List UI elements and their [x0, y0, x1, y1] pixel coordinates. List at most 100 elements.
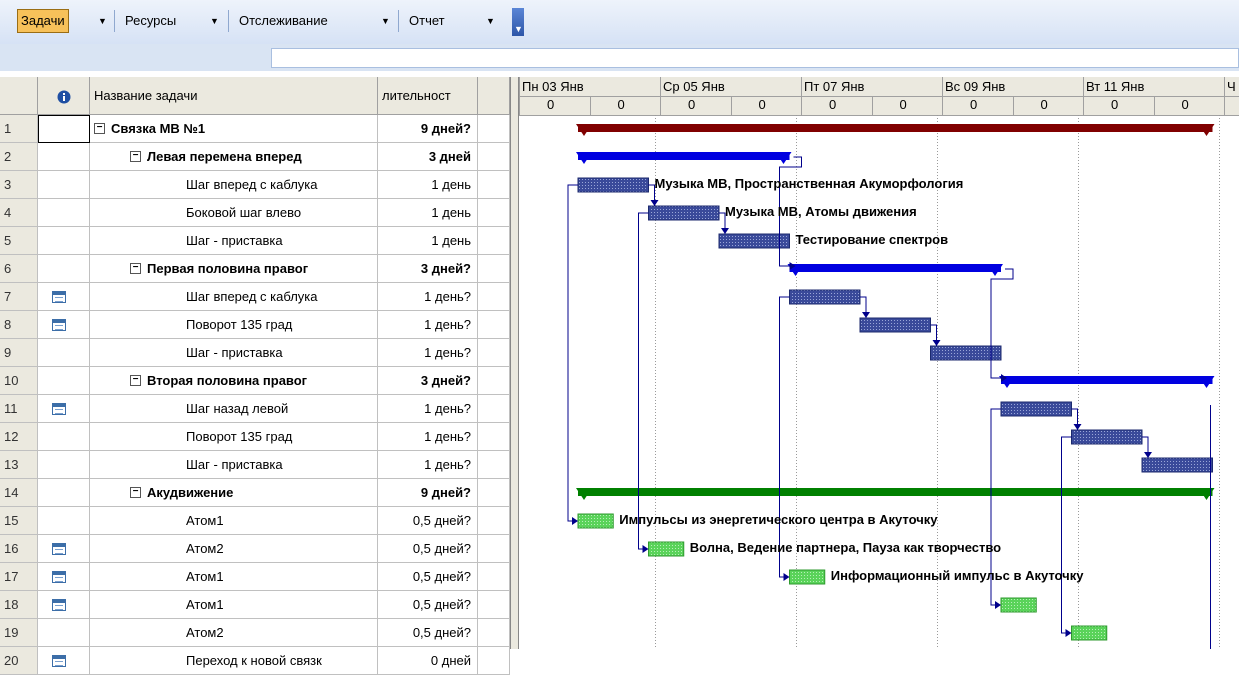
task-name-cell[interactable]: Боковой шаг влево [90, 199, 378, 227]
duration-cell[interactable]: 3 дней? [378, 367, 478, 395]
table-row[interactable]: 1− Связка МВ №1 9 дней? [0, 115, 510, 143]
extra-cell[interactable] [478, 647, 510, 675]
duration-cell[interactable]: 3 дней [378, 143, 478, 171]
duration-cell[interactable]: 0,5 дней? [378, 535, 478, 563]
extra-cell[interactable] [478, 283, 510, 311]
duration-cell[interactable]: 1 день [378, 199, 478, 227]
task-name-cell[interactable]: Шаг назад левой [90, 395, 378, 423]
tracking-dropdown-icon[interactable]: ▼ [381, 10, 390, 32]
table-row[interactable]: 17 Атом1 0,5 дней? [0, 563, 510, 591]
resources-dropdown-icon[interactable]: ▼ [210, 10, 219, 32]
row-id[interactable]: 8 [0, 311, 38, 339]
report-button[interactable]: Отчет [406, 10, 448, 32]
tasks-button[interactable]: Задачи [17, 9, 69, 33]
collapse-toggle-icon[interactable]: − [130, 487, 141, 499]
duration-cell[interactable]: 1 день [378, 171, 478, 199]
table-row[interactable]: 8 Поворот 135 град 1 день? [0, 311, 510, 339]
table-row[interactable]: 3 Шаг вперед с каблука 1 день [0, 171, 510, 199]
row-id[interactable]: 13 [0, 451, 38, 479]
row-id[interactable]: 20 [0, 647, 38, 675]
collapse-toggle-icon[interactable]: − [130, 151, 141, 163]
extra-cell[interactable] [478, 423, 510, 451]
task-name-cell[interactable]: − Связка МВ №1 [90, 115, 378, 143]
duration-cell[interactable]: 1 день? [378, 423, 478, 451]
table-row[interactable]: 19 Атом2 0,5 дней? [0, 619, 510, 647]
duration-cell[interactable]: 3 дней? [378, 255, 478, 283]
task-name-cell[interactable]: Шаг вперед с каблука [90, 171, 378, 199]
entry-input[interactable] [271, 48, 1239, 68]
extra-cell[interactable] [478, 115, 510, 143]
extra-cell[interactable] [478, 563, 510, 591]
report-dropdown-icon[interactable]: ▼ [486, 10, 495, 32]
duration-cell[interactable]: 9 дней? [378, 115, 478, 143]
duration-cell[interactable]: 9 дней? [378, 479, 478, 507]
table-row[interactable]: 18 Атом1 0,5 дней? [0, 591, 510, 619]
table-row[interactable]: 6− Первая половина правог 3 дней? [0, 255, 510, 283]
extra-cell[interactable] [478, 451, 510, 479]
task-name-cell[interactable]: Атом2 [90, 535, 378, 563]
duration-column-header[interactable]: лительност [378, 77, 478, 115]
collapse-toggle-icon[interactable]: − [94, 123, 105, 135]
row-id[interactable]: 10 [0, 367, 38, 395]
row-id[interactable]: 19 [0, 619, 38, 647]
task-name-cell[interactable]: − Вторая половина правог [90, 367, 378, 395]
table-row[interactable]: 11 Шаг назад левой 1 день? [0, 395, 510, 423]
row-id[interactable]: 16 [0, 535, 38, 563]
task-name-cell[interactable]: − Акудвижение [90, 479, 378, 507]
extra-cell[interactable] [478, 143, 510, 171]
extra-cell[interactable] [478, 311, 510, 339]
extra-cell[interactable] [478, 619, 510, 647]
table-row[interactable]: 12 Поворот 135 град 1 день? [0, 423, 510, 451]
duration-cell[interactable]: 1 день [378, 227, 478, 255]
duration-cell[interactable]: 1 день? [378, 451, 478, 479]
extra-column-header[interactable] [478, 77, 510, 115]
row-id[interactable]: 3 [0, 171, 38, 199]
duration-cell[interactable]: 1 день? [378, 395, 478, 423]
task-name-cell[interactable]: Шаг - приставка [90, 339, 378, 367]
task-name-cell[interactable]: Шаг - приставка [90, 451, 378, 479]
table-row[interactable]: 10 − Вторая половина правог 3 дней? [0, 367, 510, 395]
extra-cell[interactable] [478, 227, 510, 255]
task-name-cell[interactable]: Атом2 [90, 619, 378, 647]
table-row[interactable]: 7 Шаг вперед с каблука 1 день? [0, 283, 510, 311]
collapse-toggle-icon[interactable]: − [130, 263, 141, 275]
tasks-dropdown-icon[interactable]: ▼ [98, 10, 107, 32]
duration-cell[interactable]: 0,5 дней? [378, 591, 478, 619]
row-id[interactable]: 9 [0, 339, 38, 367]
row-id[interactable]: 15 [0, 507, 38, 535]
tracking-button[interactable]: Отслеживание [236, 10, 331, 32]
row-id[interactable]: 12 [0, 423, 38, 451]
duration-cell[interactable]: 0 дней [378, 647, 478, 675]
table-row[interactable]: 20 Переход к новой связк 0 дней [0, 647, 510, 675]
task-name-cell[interactable]: Атом1 [90, 563, 378, 591]
table-row[interactable]: 16 Атом2 0,5 дней? [0, 535, 510, 563]
task-name-cell[interactable]: Шаг - приставка [90, 227, 378, 255]
duration-cell[interactable]: 0,5 дней? [378, 507, 478, 535]
task-name-column-header[interactable]: Название задачи [90, 77, 378, 115]
table-row[interactable]: 14 − Акудвижение 9 дней? [0, 479, 510, 507]
task-name-cell[interactable]: − Первая половина правог [90, 255, 378, 283]
extra-cell[interactable] [478, 395, 510, 423]
resources-button[interactable]: Ресурсы [122, 10, 179, 32]
row-id[interactable]: 14 [0, 479, 38, 507]
task-name-cell[interactable]: Переход к новой связк [90, 647, 378, 675]
duration-cell[interactable]: 0,5 дней? [378, 563, 478, 591]
extra-cell[interactable] [478, 339, 510, 367]
extra-cell[interactable] [478, 535, 510, 563]
row-id[interactable]: 18 [0, 591, 38, 619]
row-id[interactable]: 2 [0, 143, 38, 171]
duration-cell[interactable]: 1 день? [378, 283, 478, 311]
task-name-cell[interactable]: Атом1 [90, 591, 378, 619]
extra-cell[interactable] [478, 591, 510, 619]
table-row[interactable]: 4 Боковой шаг влево 1 день [0, 199, 510, 227]
indicators-column-header[interactable] [38, 77, 90, 115]
table-row[interactable]: 9 Шаг - приставка 1 день? [0, 339, 510, 367]
task-name-cell[interactable]: − Левая перемена вперед [90, 143, 378, 171]
row-id[interactable]: 5 [0, 227, 38, 255]
task-name-cell[interactable]: Поворот 135 град [90, 423, 378, 451]
extra-cell[interactable] [478, 255, 510, 283]
id-column-header[interactable] [0, 77, 38, 115]
extra-cell[interactable] [478, 507, 510, 535]
collapse-toggle-icon[interactable]: − [130, 375, 141, 387]
task-name-cell[interactable]: Поворот 135 град [90, 311, 378, 339]
